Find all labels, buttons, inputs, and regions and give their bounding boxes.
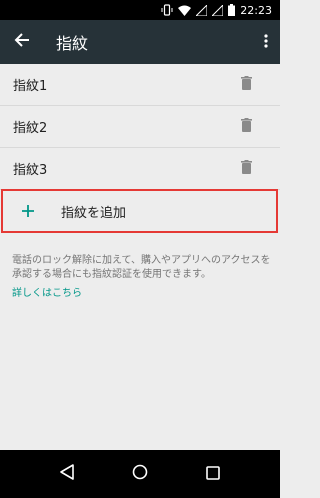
- nav-back-icon: [59, 464, 74, 484]
- nav-back-button[interactable]: [47, 454, 87, 494]
- delete-icon[interactable]: [241, 117, 252, 136]
- more-vert-icon: [264, 33, 268, 52]
- fingerprint-label: 指紋2: [13, 121, 48, 136]
- signal-icon-2: [212, 4, 224, 16]
- back-arrow-icon: [14, 32, 30, 52]
- delete-icon[interactable]: [241, 75, 252, 94]
- fingerprint-item[interactable]: 指紋2: [0, 106, 280, 148]
- wifi-icon: [178, 5, 192, 16]
- navigation-bar: [0, 450, 280, 498]
- add-fingerprint-button[interactable]: 指紋を追加: [1, 189, 278, 233]
- delete-icon[interactable]: [241, 159, 252, 178]
- nav-recents-icon: [206, 465, 221, 484]
- vibrate-icon: [161, 4, 173, 16]
- add-fingerprint-label: 指紋を追加: [61, 205, 127, 221]
- status-bar: 22:23: [0, 0, 280, 20]
- back-button[interactable]: [0, 20, 44, 64]
- fingerprint-list: 指紋1 指紋2 指紋3: [0, 64, 280, 190]
- nav-home-icon: [132, 464, 148, 484]
- fingerprint-item[interactable]: 指紋3: [0, 148, 280, 190]
- plus-icon: [3, 205, 49, 217]
- page-title: 指紋: [56, 34, 89, 53]
- fingerprint-item[interactable]: 指紋1: [0, 64, 280, 106]
- description-text: 電話のロック解除に加えて、購入やアプリへのアクセスを承認する場合にも指紋認証を使…: [12, 255, 271, 280]
- signal-icon: [196, 4, 208, 16]
- nav-recents-button[interactable]: [193, 454, 233, 494]
- nav-home-button[interactable]: [120, 454, 160, 494]
- battery-icon: [228, 4, 236, 16]
- overflow-menu-button[interactable]: [252, 20, 280, 64]
- fingerprint-label: 指紋1: [13, 79, 48, 94]
- learn-more-link[interactable]: 詳しくはこちら: [12, 284, 82, 299]
- app-bar: 指紋: [0, 20, 280, 64]
- fingerprint-label: 指紋3: [13, 163, 48, 178]
- status-time: 22:23: [240, 3, 272, 17]
